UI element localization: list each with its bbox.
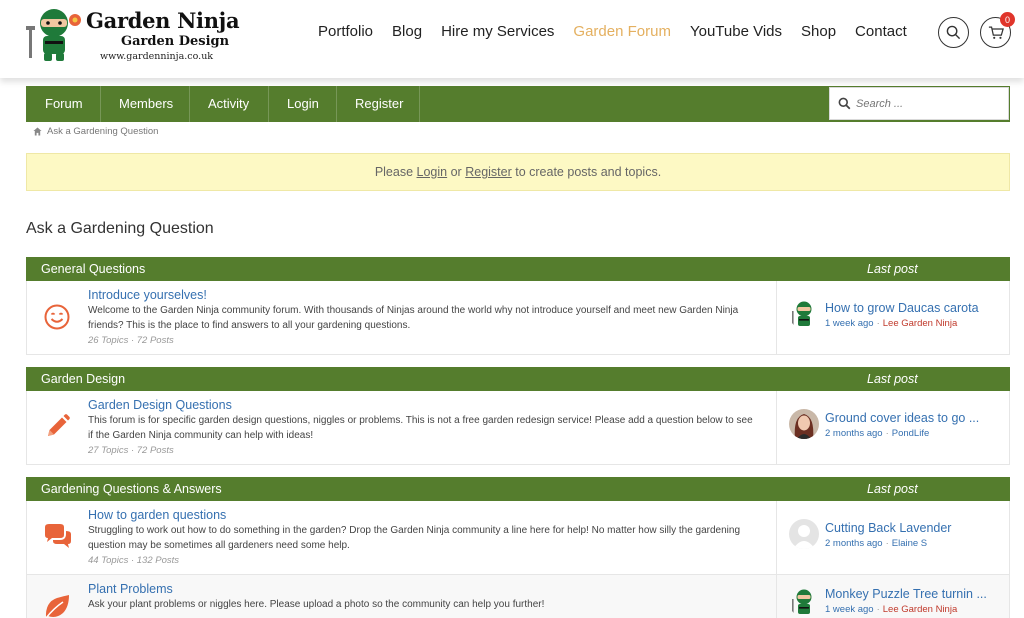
forum-search-input[interactable] bbox=[856, 88, 1006, 119]
forum-description: This forum is for specific garden design… bbox=[88, 415, 753, 441]
forum-search-box bbox=[829, 87, 1009, 120]
home-icon[interactable] bbox=[33, 127, 42, 136]
logo-title: Garden Ninja bbox=[86, 8, 240, 33]
last-post-label: Last post bbox=[867, 482, 918, 496]
header-search-button[interactable] bbox=[938, 17, 969, 48]
nav-contact[interactable]: Contact bbox=[855, 22, 907, 42]
ninja-avatar[interactable] bbox=[789, 299, 819, 329]
ninja-logo-icon bbox=[26, 9, 81, 61]
forum-nav-login[interactable]: Login bbox=[287, 86, 319, 122]
notice-register-link[interactable]: Register bbox=[465, 165, 512, 179]
last-post-time[interactable]: 1 week ago bbox=[825, 604, 874, 615]
main-nav: Portfolio Blog Hire my Services Garden F… bbox=[318, 22, 926, 42]
forum-nav-forum[interactable]: Forum bbox=[45, 86, 83, 122]
ninja-avatar-icon bbox=[789, 587, 819, 617]
forum-description: Ask your plant problems or niggles here.… bbox=[88, 599, 545, 610]
last-post-time[interactable]: 2 months ago bbox=[825, 538, 883, 549]
last-post-title-link[interactable]: How to grow Daucas carota bbox=[825, 301, 1001, 315]
forum-row: Introduce yourselves! Welcome to the Gar… bbox=[26, 281, 1010, 355]
last-post-meta: 1 week ago · Lee Garden Ninja bbox=[825, 318, 958, 329]
pencil-icon bbox=[48, 414, 70, 436]
last-post-time[interactable]: 2 months ago bbox=[825, 428, 883, 439]
forum-nav: Forum Members Activity Login Register bbox=[26, 86, 1010, 122]
chat-bubbles-icon bbox=[45, 524, 71, 548]
search-icon bbox=[946, 25, 961, 40]
last-post-author[interactable]: Elaine S bbox=[892, 538, 927, 549]
user-photo-avatar-icon bbox=[789, 409, 819, 439]
site-logo[interactable]: Garden Ninja Garden Design www.gardennin… bbox=[26, 6, 240, 64]
nav-divider bbox=[419, 86, 420, 122]
forum-stats: 26 Topics · 72 Posts bbox=[88, 335, 174, 346]
leaf-icon bbox=[45, 595, 69, 618]
last-post-author[interactable]: Lee Garden Ninja bbox=[883, 604, 957, 615]
forum-title-link[interactable]: Plant Problems bbox=[88, 582, 173, 596]
last-post-meta: 2 months ago · PondLife bbox=[825, 428, 930, 439]
default-avatar-icon bbox=[789, 519, 819, 549]
notice-or: or bbox=[450, 165, 462, 179]
last-post-label: Last post bbox=[867, 262, 918, 276]
nav-shop[interactable]: Shop bbox=[801, 22, 836, 42]
breadcrumb: Ask a Gardening Question bbox=[33, 126, 158, 137]
column-divider bbox=[776, 501, 777, 574]
category-name[interactable]: Garden Design bbox=[41, 367, 125, 391]
default-avatar[interactable] bbox=[789, 519, 819, 549]
last-post-label: Last post bbox=[867, 372, 918, 386]
search-icon bbox=[838, 97, 851, 110]
forum-description: Welcome to the Garden Ninja community fo… bbox=[88, 305, 739, 331]
category-header: General Questions Last post bbox=[26, 257, 1010, 281]
notice-prefix: Please bbox=[374, 165, 414, 179]
forum-row: Garden Design Questions This forum is fo… bbox=[26, 391, 1010, 465]
last-post-title-link[interactable]: Monkey Puzzle Tree turnin ... bbox=[825, 587, 1001, 601]
forum-nav-register[interactable]: Register bbox=[355, 86, 403, 122]
forum-title-link[interactable]: How to garden questions bbox=[88, 508, 226, 522]
forum-title-link[interactable]: Garden Design Questions bbox=[88, 398, 232, 412]
logo-subtitle: Garden Design bbox=[121, 34, 230, 49]
nav-portfolio[interactable]: Portfolio bbox=[318, 22, 373, 42]
nav-youtube-vids[interactable]: YouTube Vids bbox=[690, 22, 782, 42]
last-post-time[interactable]: 1 week ago bbox=[825, 318, 874, 329]
forum-stats: 44 Topics · 132 Posts bbox=[88, 555, 180, 566]
forum-stats: 27 Topics · 72 Posts bbox=[88, 445, 174, 456]
nav-divider bbox=[100, 86, 101, 122]
nav-blog[interactable]: Blog bbox=[392, 22, 422, 42]
last-post-meta: 1 week ago · Lee Garden Ninja bbox=[825, 604, 958, 615]
user-photo-avatar[interactable] bbox=[789, 409, 819, 439]
site-header: Garden Ninja Garden Design www.gardennin… bbox=[0, 0, 1024, 78]
notice-suffix: to create posts and topics. bbox=[515, 165, 662, 179]
forum-row: Plant Problems Ask your plant problems o… bbox=[26, 575, 1010, 618]
smiley-icon bbox=[44, 304, 70, 330]
category-name[interactable]: Gardening Questions & Answers bbox=[41, 477, 222, 501]
nav-divider bbox=[336, 86, 337, 122]
ninja-avatar-icon bbox=[789, 299, 819, 329]
last-post-meta: 2 months ago · Elaine S bbox=[825, 538, 928, 549]
category-header: Garden Design Last post bbox=[26, 367, 1010, 391]
nav-garden-forum[interactable]: Garden Forum bbox=[573, 22, 671, 42]
ninja-avatar[interactable] bbox=[789, 587, 819, 617]
forum-nav-members[interactable]: Members bbox=[119, 86, 173, 122]
column-divider bbox=[776, 391, 777, 464]
forum-description: Struggling to work out how to do somethi… bbox=[88, 525, 741, 551]
last-post-author[interactable]: PondLife bbox=[892, 428, 930, 439]
login-notice: Please Login or Register to create posts… bbox=[26, 153, 1010, 191]
forum-nav-activity[interactable]: Activity bbox=[208, 86, 249, 122]
nav-hire-my-services[interactable]: Hire my Services bbox=[441, 22, 554, 42]
cart-count-badge: 0 bbox=[1000, 12, 1015, 27]
logo-url: www.gardenninja.co.uk bbox=[100, 51, 214, 62]
category-header: Gardening Questions & Answers Last post bbox=[26, 477, 1010, 501]
nav-divider bbox=[189, 86, 190, 122]
page-title: Ask a Gardening Question bbox=[26, 220, 214, 237]
column-divider bbox=[776, 575, 777, 618]
column-divider bbox=[776, 281, 777, 354]
last-post-title-link[interactable]: Cutting Back Lavender bbox=[825, 521, 1001, 535]
cart-icon bbox=[988, 26, 1004, 39]
notice-login-link[interactable]: Login bbox=[417, 165, 448, 179]
last-post-title-link[interactable]: Ground cover ideas to go ... bbox=[825, 411, 1001, 425]
last-post-author[interactable]: Lee Garden Ninja bbox=[883, 318, 957, 329]
forum-title-link[interactable]: Introduce yourselves! bbox=[88, 288, 207, 302]
breadcrumb-current[interactable]: Ask a Gardening Question bbox=[47, 126, 158, 137]
category-name[interactable]: General Questions bbox=[41, 257, 145, 281]
forum-row: How to garden questions Struggling to wo… bbox=[26, 501, 1010, 575]
nav-divider bbox=[268, 86, 269, 122]
